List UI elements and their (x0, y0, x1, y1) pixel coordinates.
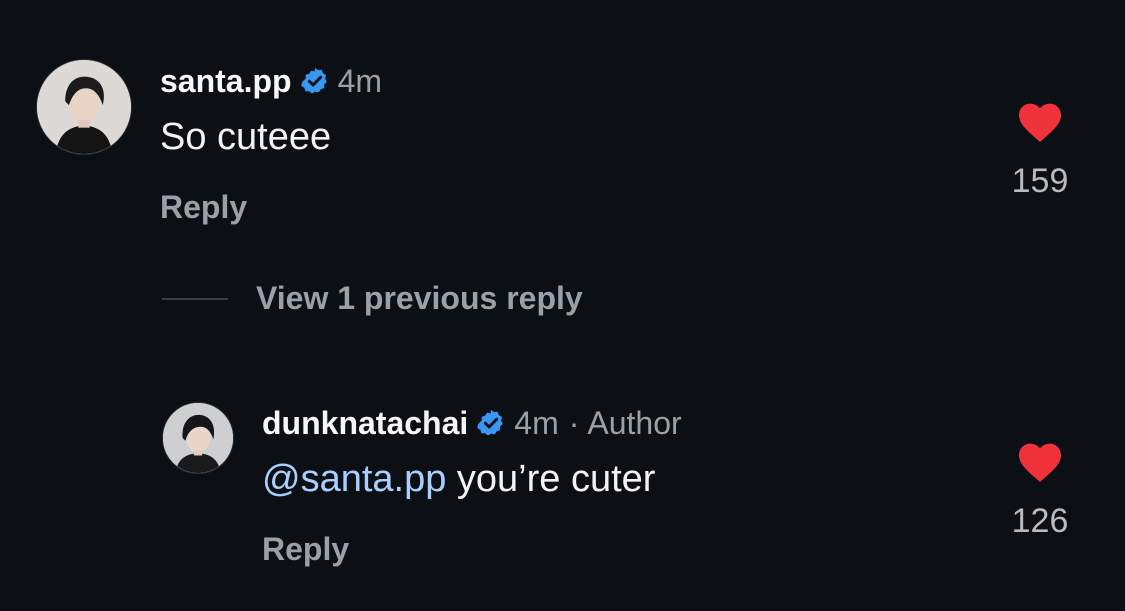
like-control: 126 (1010, 440, 1070, 541)
avatar-image (163, 403, 233, 473)
like-count: 159 (1011, 162, 1069, 200)
view-previous-replies-button[interactable]: View 1 previous reply (162, 280, 583, 317)
avatar[interactable] (162, 402, 234, 474)
reply-button[interactable]: Reply (160, 189, 247, 226)
like-control: 159 (1010, 100, 1070, 201)
like-count: 126 (1011, 502, 1069, 540)
comment-text: So cuteee (160, 116, 332, 158)
heart-icon[interactable] (1016, 440, 1064, 482)
mention-link[interactable]: @santa.pp (262, 458, 446, 500)
comments-panel: santa.pp 4m So cuteee Reply 159 View 1 p… (0, 0, 1125, 611)
comment-body: you’re cuter (446, 458, 656, 500)
comment-header: dunknatachai 4m · Author (262, 402, 682, 444)
comment-header: santa.pp 4m (160, 60, 382, 102)
comment-text: @santa.pp you’re cuter (262, 458, 655, 501)
avatar-image (37, 60, 131, 154)
verified-badge-icon (476, 408, 506, 438)
reply-button[interactable]: Reply (262, 531, 349, 568)
username[interactable]: dunknatachai (262, 405, 468, 442)
timestamp: 4m (514, 404, 559, 441)
view-replies-label: View 1 previous reply (256, 280, 583, 316)
thread-divider (162, 297, 228, 300)
avatar[interactable] (36, 59, 132, 155)
author-label: Author (587, 404, 682, 441)
username[interactable]: santa.pp (160, 63, 292, 100)
timestamp: 4m (337, 62, 383, 99)
verified-badge-icon (300, 66, 330, 96)
separator-dot: · (568, 404, 580, 441)
heart-icon[interactable] (1016, 100, 1064, 142)
